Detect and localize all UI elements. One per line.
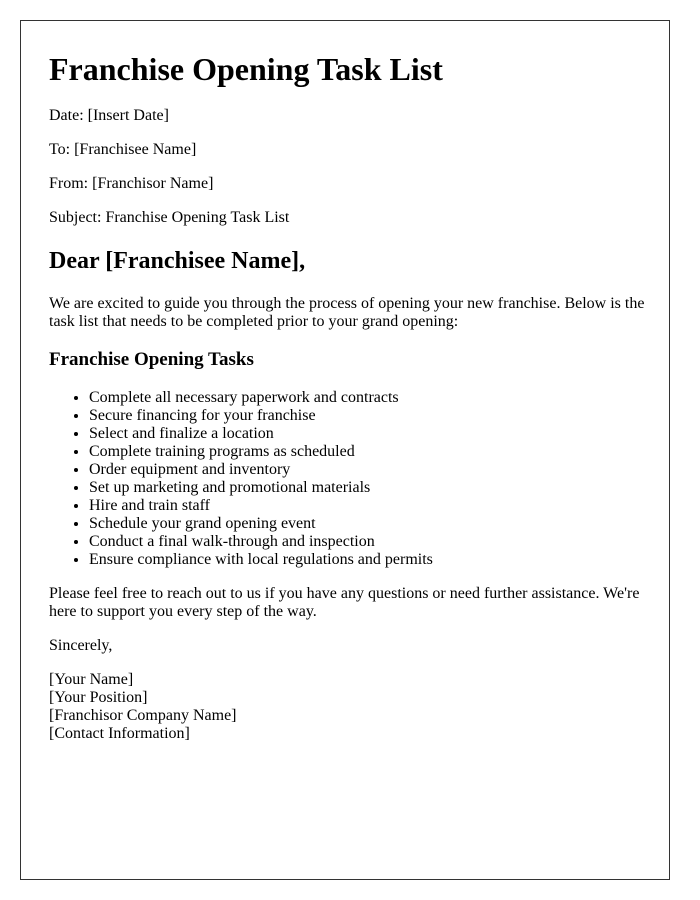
task-item: Set up marketing and promotional materia… bbox=[89, 479, 649, 497]
task-item: Conduct a final walk-through and inspect… bbox=[89, 533, 649, 551]
task-item: Complete training programs as scheduled bbox=[89, 443, 649, 461]
signature-position: [Your Position] bbox=[49, 689, 148, 706]
signature-name: [Your Name] bbox=[49, 671, 134, 688]
task-item: Order equipment and inventory bbox=[89, 461, 649, 479]
tasks-heading: Franchise Opening Tasks bbox=[49, 349, 254, 370]
task-item: Select and finalize a location bbox=[89, 425, 649, 443]
task-item: Secure financing for your franchise bbox=[89, 407, 649, 425]
closing-paragraph: Please feel free to reach out to us if y… bbox=[49, 585, 640, 620]
sign-off: Sincerely, bbox=[49, 637, 113, 654]
intro-paragraph: We are excited to guide you through the … bbox=[49, 295, 645, 330]
salutation: Dear [Franchisee Name], bbox=[49, 248, 306, 274]
letter-page: Franchise Opening Task List Date: [Inser… bbox=[20, 20, 670, 880]
signature-block: [Your Name] [Your Position] [Franchisor … bbox=[49, 671, 649, 743]
document-title: Franchise Opening Task List bbox=[49, 51, 443, 87]
task-item: Schedule your grand opening event bbox=[89, 515, 649, 533]
task-item: Hire and train staff bbox=[89, 497, 649, 515]
from-line: From: [Franchisor Name] bbox=[49, 175, 214, 192]
to-line: To: [Franchisee Name] bbox=[49, 141, 197, 158]
task-list: Complete all necessary paperwork and con… bbox=[49, 389, 649, 569]
signature-contact: [Contact Information] bbox=[49, 725, 190, 742]
task-item: Complete all necessary paperwork and con… bbox=[89, 389, 649, 407]
subject-line: Subject: Franchise Opening Task List bbox=[49, 209, 290, 226]
date-line: Date: [Insert Date] bbox=[49, 107, 169, 124]
letter-meta: Date: [Insert Date] To: [Franchisee Name… bbox=[49, 107, 649, 227]
signature-company: [Franchisor Company Name] bbox=[49, 707, 237, 724]
task-item: Ensure compliance with local regulations… bbox=[89, 551, 649, 569]
